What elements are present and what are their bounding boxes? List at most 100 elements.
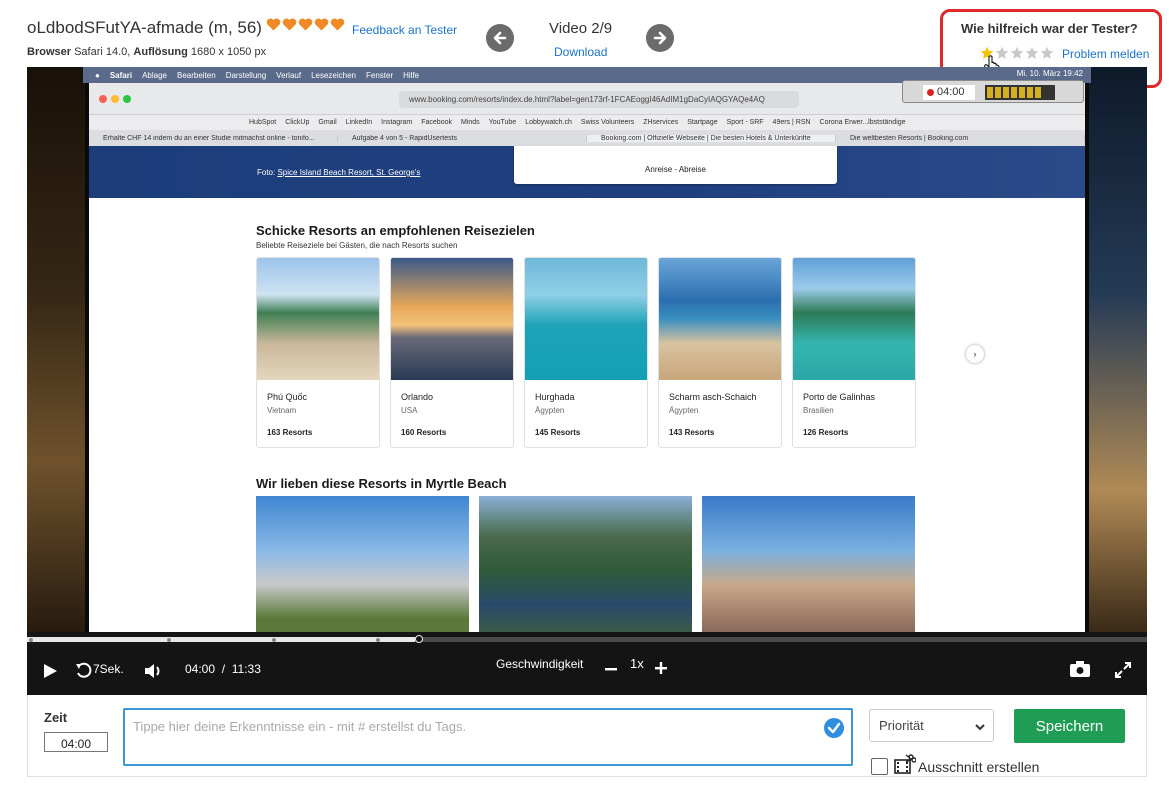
- video-player[interactable]: ● Safari Ablage Bearbeiten Darstellung V…: [27, 67, 1147, 695]
- screenshot-camera-icon[interactable]: [1069, 660, 1091, 678]
- booking-content: Schicke Resorts an empfohlenen Reiseziel…: [89, 198, 1085, 632]
- browser-info: Browser Safari 14.0, Auflösung 1680 x 10…: [27, 46, 266, 58]
- hero-caption-prefix: Foto:: [257, 168, 278, 177]
- bookmarks-bar: HubSpot ClickUp Gmail LinkedIn Instagram…: [89, 115, 1085, 130]
- destination-image: [391, 258, 513, 380]
- resort-image: [702, 496, 915, 632]
- desktop-background-left: [27, 67, 85, 632]
- progress-marker[interactable]: [29, 638, 33, 642]
- notes-input[interactable]: Tippe hier deine Erkenntnisse ein - mit …: [123, 708, 853, 766]
- section-title-resorts: Schicke Resorts an empfohlenen Reiseziel…: [256, 223, 535, 238]
- bookmark-item: Gmail: [318, 119, 337, 126]
- prev-video-button[interactable]: [486, 24, 514, 52]
- browser-tabs: Erhalte CHF 14 indem du an einer Studie …: [89, 130, 1085, 146]
- resort-image: [256, 496, 469, 632]
- section-subtitle-resorts: Beliebte Reiseziele bei Gästen, die nach…: [256, 241, 458, 250]
- star-icon[interactable]: [1025, 46, 1039, 60]
- time-display: 04:00 / 11:33: [185, 662, 261, 676]
- resolution-value: 1680 x 1050 px: [190, 46, 267, 58]
- section-title-myrtle: Wir lieben diese Resorts in Myrtle Beach: [256, 476, 507, 491]
- url-bar: www.booking.com/resorts/index.de.html?la…: [399, 91, 799, 108]
- bookmark-item: LinkedIn: [345, 119, 373, 126]
- destination-count: 145 Resorts: [535, 428, 581, 437]
- mac-menu-item: Verlauf: [276, 70, 302, 80]
- bookmark-item: ZHservices: [643, 119, 679, 126]
- notes-placeholder: Tippe hier deine Erkenntnisse ein - mit …: [133, 719, 467, 734]
- heart-icon: [330, 18, 345, 31]
- progress-buffered: [27, 637, 415, 642]
- destination-count: 160 Resorts: [401, 428, 447, 437]
- skip-back-label[interactable]: 7Sek.: [93, 662, 124, 676]
- star-icon[interactable]: [1010, 46, 1024, 60]
- heart-icon: [266, 18, 281, 31]
- progress-marker[interactable]: [272, 638, 276, 642]
- rewind-icon[interactable]: [75, 662, 93, 680]
- audio-level-icon: [985, 85, 1055, 100]
- report-problem-link[interactable]: Problem melden: [1062, 47, 1149, 61]
- destination-name: Scharm asch-Schaich: [669, 392, 757, 402]
- next-video-button[interactable]: [646, 24, 674, 52]
- mac-menu-item: Bearbeiten: [177, 70, 216, 80]
- destination-card: Porto de Galinhas Brasilien 126 Resorts: [792, 257, 916, 448]
- video-counter: Video 2/9: [549, 20, 613, 37]
- destination-country: Ägypten: [535, 406, 565, 415]
- browser-value: Safari 14.0,: [74, 46, 131, 58]
- destination-country: Vietnam: [267, 406, 297, 415]
- window-close-icon: [99, 95, 107, 103]
- bookmark-item: Swiss Volunteers: [580, 119, 635, 126]
- destination-name: Orlando: [401, 392, 434, 402]
- destination-card: Orlando USA 160 Resorts: [390, 257, 514, 448]
- bookmark-item: ClickUp: [285, 119, 310, 126]
- destination-card: Scharm asch-Schaich Ägypten 143 Resorts: [658, 257, 782, 448]
- bookmark-item: YouTube: [488, 119, 517, 126]
- bookmark-item: Facebook: [421, 119, 452, 126]
- plus-icon[interactable]: [654, 661, 668, 675]
- screen-recorder-widget: 04:00: [902, 80, 1084, 103]
- fullscreen-icon[interactable]: [1115, 662, 1131, 678]
- mac-status-area: Mi. 10. März 19:42: [1007, 69, 1083, 78]
- progress-handle[interactable]: [415, 635, 423, 643]
- bookmark-item: Minds: [461, 119, 480, 126]
- play-icon[interactable]: [42, 663, 58, 679]
- tester-hearts: [266, 17, 345, 32]
- cut-checkbox[interactable]: [871, 758, 888, 775]
- booking-hero: Foto: Spice Island Beach Resort, St. Geo…: [89, 146, 1085, 198]
- mac-menu-item: Safari: [109, 70, 133, 80]
- film-scissors-icon: [894, 754, 916, 774]
- star-icon[interactable]: [1040, 46, 1054, 60]
- chevron-down-icon: [975, 724, 985, 731]
- record-dot-icon: [927, 89, 934, 96]
- destination-card: Hurghada Ägypten 145 Resorts: [524, 257, 648, 448]
- save-button[interactable]: Speichern: [1014, 709, 1125, 743]
- resolution-label: Auflösung: [133, 46, 188, 58]
- check-icon: [824, 718, 844, 738]
- progress-marker[interactable]: [376, 638, 380, 642]
- resort-image: [479, 496, 692, 632]
- test-review-page: oLdbodSFutYA-afmade (m, 56) Feedback an …: [0, 0, 1169, 791]
- mac-menu-item: Hilfe: [403, 70, 420, 80]
- priority-select[interactable]: Priorität: [869, 709, 994, 742]
- download-link[interactable]: Download: [554, 45, 607, 59]
- video-progress-bar[interactable]: [27, 632, 1147, 645]
- bookmark-item: Instagram: [381, 119, 413, 126]
- progress-marker[interactable]: [167, 638, 171, 642]
- mac-menu-item: Lesezeichen: [311, 70, 356, 80]
- duration: 11:33: [231, 662, 261, 676]
- cut-label: Ausschnitt erstellen: [918, 759, 1040, 775]
- hero-caption-link: Spice Island Beach Resort, St. George's: [277, 168, 421, 177]
- bookmark-item: Startpage: [687, 119, 718, 126]
- destination-card: Phú Quốc Vietnam 163 Resorts: [256, 257, 380, 448]
- minus-icon[interactable]: [604, 662, 618, 676]
- date-search-box: Anreise - Abreise: [514, 146, 837, 184]
- feedback-link[interactable]: Feedback an Tester: [352, 23, 457, 37]
- window-minimize-icon: [111, 95, 119, 103]
- volume-icon[interactable]: [143, 662, 163, 680]
- time-input[interactable]: [44, 732, 108, 752]
- rating-title: Wie hilfreich war der Tester?: [961, 21, 1138, 36]
- mac-clock: Mi. 10. März 19:42: [1016, 69, 1083, 78]
- apple-icon: ●: [95, 70, 100, 80]
- heart-icon: [282, 18, 297, 31]
- priority-value: Priorität: [879, 718, 924, 733]
- browser-tab: Aufgabe 4 von 5 - RapidUsertests: [338, 134, 587, 142]
- destination-image: [659, 258, 781, 380]
